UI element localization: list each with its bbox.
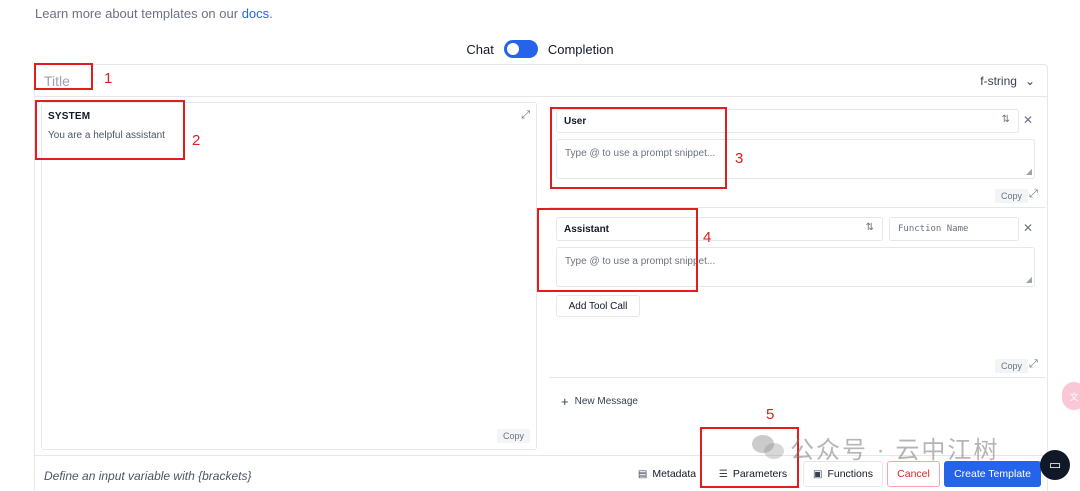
plus-icon: + bbox=[561, 394, 569, 409]
message-divider bbox=[549, 377, 1045, 378]
watermark-text: 公众号 · 云中江树 bbox=[790, 437, 1000, 464]
watermark: 公众号 · 云中江树 bbox=[752, 430, 999, 465]
expand-icon[interactable]: ⤢ bbox=[521, 109, 530, 122]
annotation-box-4 bbox=[537, 208, 698, 292]
chat-bubble-icon: ▭ bbox=[1048, 457, 1062, 472]
variable-hint: Define an input variable with {brackets} bbox=[44, 469, 252, 483]
metadata-label: Metadata bbox=[652, 468, 697, 480]
format-select[interactable]: f-string ⌄ bbox=[980, 74, 1035, 88]
translate-icon: 文 bbox=[1069, 391, 1079, 402]
docs-note: Learn more about templates on our docs. bbox=[35, 6, 273, 21]
functions-label: Functions bbox=[827, 468, 873, 480]
chat-widget-button[interactable]: ▭ bbox=[1040, 450, 1070, 480]
annotation-box-2 bbox=[35, 100, 185, 160]
docs-note-text: Learn more about templates on our bbox=[35, 6, 242, 21]
function-name-input[interactable]: Function Name bbox=[889, 217, 1019, 241]
mode-switch-knob bbox=[506, 43, 519, 55]
annotation-number-3: 3 bbox=[735, 150, 744, 167]
wechat-logo-icon bbox=[752, 434, 784, 461]
resize-grip-icon[interactable]: ◢ bbox=[1026, 275, 1032, 284]
close-icon[interactable]: ✕ bbox=[1023, 221, 1033, 235]
terminal-icon: ▣ bbox=[813, 468, 823, 480]
document-icon: ▤ bbox=[637, 468, 648, 480]
completion-mode-label[interactable]: Completion bbox=[548, 42, 614, 57]
assistant-copy-button[interactable]: Copy bbox=[995, 359, 1029, 373]
translate-widget-button[interactable]: 文 bbox=[1062, 382, 1080, 410]
docs-link[interactable]: docs bbox=[242, 6, 269, 21]
annotation-number-5: 5 bbox=[766, 406, 775, 423]
docs-note-suffix: . bbox=[269, 6, 273, 21]
chevron-down-icon: ⌄ bbox=[1024, 74, 1035, 88]
system-copy-button[interactable]: Copy bbox=[496, 429, 530, 443]
annotation-box-3 bbox=[550, 107, 727, 189]
select-arrows-icon: ⇅ bbox=[1001, 114, 1010, 125]
mode-switch[interactable] bbox=[503, 40, 538, 58]
mode-toggle: Chat Completion bbox=[0, 40, 1080, 58]
user-copy-button[interactable]: Copy bbox=[995, 189, 1029, 203]
annotation-number-4: 4 bbox=[703, 229, 712, 246]
add-tool-call-button[interactable]: Add Tool Call bbox=[556, 295, 640, 317]
resize-grip-icon[interactable]: ◢ bbox=[1026, 167, 1032, 176]
expand-icon[interactable]: ⤢ bbox=[1029, 358, 1038, 371]
annotation-number-1: 1 bbox=[104, 70, 113, 87]
new-message-label: New Message bbox=[574, 396, 638, 407]
metadata-button[interactable]: ▤ Metadata bbox=[633, 461, 701, 487]
chat-mode-label[interactable]: Chat bbox=[466, 42, 493, 57]
select-arrows-icon: ⇅ bbox=[865, 222, 874, 233]
close-icon[interactable]: ✕ bbox=[1023, 113, 1033, 127]
title-row: Title f-string ⌄ bbox=[35, 65, 1047, 97]
expand-icon[interactable]: ⤢ bbox=[1029, 188, 1038, 201]
annotation-number-2: 2 bbox=[192, 132, 201, 149]
new-message-button[interactable]: + New Message bbox=[561, 394, 638, 409]
format-select-value: f-string bbox=[980, 74, 1017, 88]
annotation-box-1 bbox=[34, 63, 93, 90]
